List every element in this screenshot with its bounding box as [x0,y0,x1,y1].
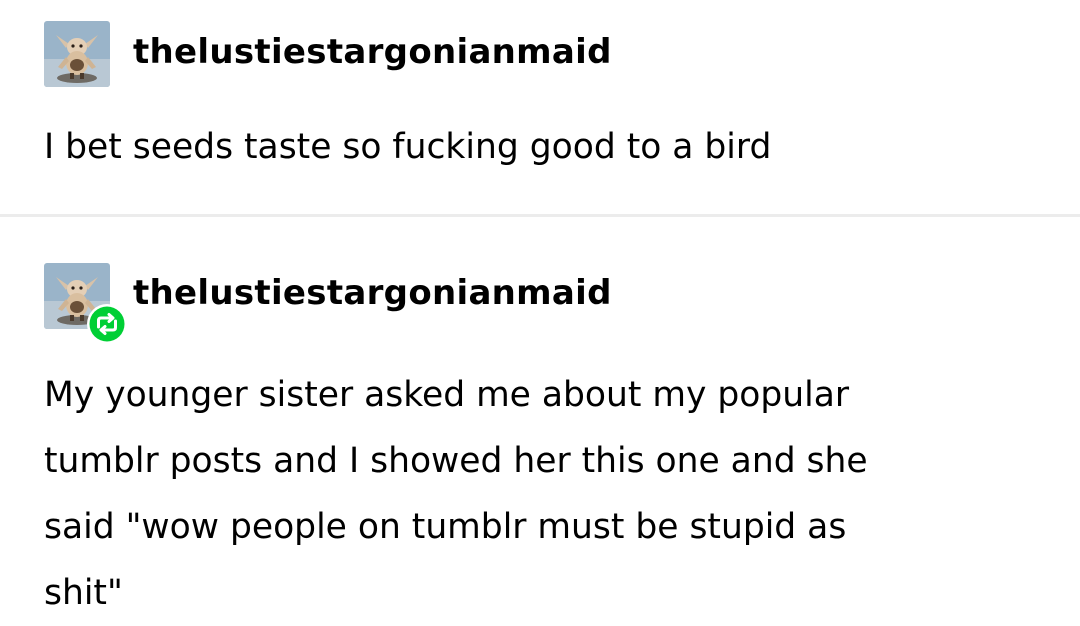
post-username[interactable]: thelustiestargonianmaid [133,32,612,72]
post-body-text: I bet seeds taste so fucking good to a b… [44,127,772,167]
creature-figurine-avatar-icon [44,21,110,87]
post-reblog: thelustiestargonianmaid My younger siste… [0,217,1080,619]
post-username[interactable]: thelustiestargonianmaid [133,273,612,313]
reblog-icon [89,306,125,342]
post-body-text: My younger sister asked me about my popu… [44,375,868,613]
avatar[interactable] [44,21,110,87]
post-original: thelustiestargonianmaid I bet seeds tast… [0,0,1080,216]
reblog-badge [87,304,127,344]
